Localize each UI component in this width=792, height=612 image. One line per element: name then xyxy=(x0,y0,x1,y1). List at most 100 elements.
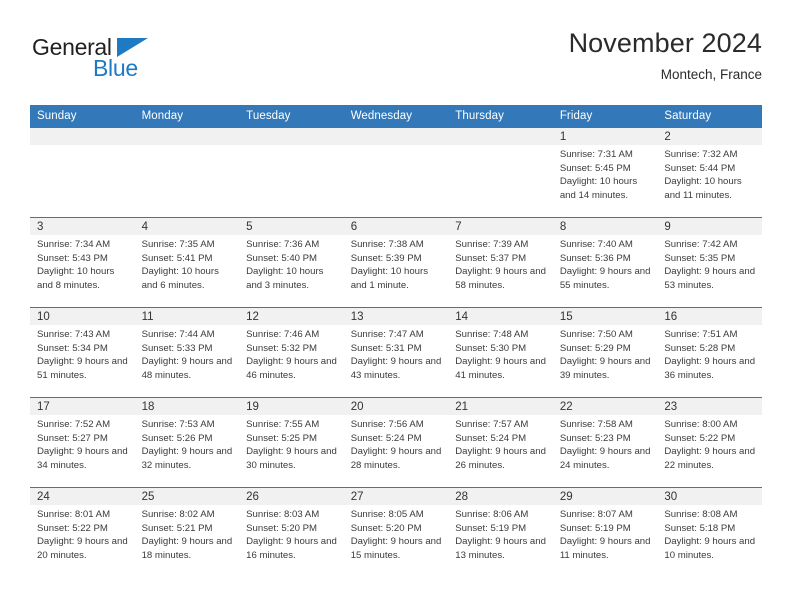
calendar-week-row: 24 Sunrise: 8:01 AM Sunset: 5:22 PM Dayligh… xyxy=(30,487,762,577)
day-details: Sunrise: 7:43 AM Sunset: 5:34 PM Daylight:… xyxy=(30,325,135,382)
sunrise-text: Sunrise: 8:06 AM xyxy=(455,509,529,520)
day-details: Sunrise: 7:39 AM Sunset: 5:37 PM Daylight:… xyxy=(448,235,553,292)
calendar-cell-day[interactable]: 19 Sunrise: 7:55 AM Sunset: 5:25 PM Dayligh… xyxy=(239,397,344,488)
calendar-cell-day[interactable]: 8 Sunrise: 7:40 AM Sunset: 5:36 PM Daylight… xyxy=(552,217,658,308)
weekday-header-tuesday: Tuesday xyxy=(239,105,344,128)
weekday-header-saturday: Saturday xyxy=(657,105,762,128)
calendar-cell-day[interactable]: 6 Sunrise: 7:38 AM Sunset: 5:39 PM Daylight… xyxy=(343,217,449,308)
day-details: Sunrise: 8:06 AM Sunset: 5:19 PM Daylight:… xyxy=(448,505,553,562)
calendar-cell-day[interactable]: 9 Sunrise: 7:42 AM Sunset: 5:35 PM Daylight… xyxy=(657,217,762,308)
brand-logo[interactable]: General Blue xyxy=(32,34,172,90)
calendar-cell-day[interactable]: 28 Sunrise: 8:06 AM Sunset: 5:19 PM Dayligh… xyxy=(448,487,553,577)
calendar-cell-day[interactable]: 17 Sunrise: 7:52 AM Sunset: 5:27 PM Dayligh… xyxy=(30,397,135,488)
calendar-cell-day[interactable]: 24 Sunrise: 8:01 AM Sunset: 5:22 PM Dayligh… xyxy=(30,487,135,577)
sunrise-text: Sunrise: 8:02 AM xyxy=(141,509,215,520)
daylight-text: Daylight: 9 hours and 41 minutes. xyxy=(455,356,546,381)
daylight-text: Daylight: 10 hours and 1 minute. xyxy=(350,266,429,291)
day-details: Sunrise: 7:35 AM Sunset: 5:41 PM Daylight:… xyxy=(135,235,240,292)
calendar-cell-day[interactable]: 12 Sunrise: 7:46 AM Sunset: 5:32 PM Dayligh… xyxy=(239,307,344,398)
calendar-cell-day[interactable]: 7 Sunrise: 7:39 AM Sunset: 5:37 PM Daylight… xyxy=(448,217,553,308)
sunrise-text: Sunrise: 7:42 AM xyxy=(664,239,738,250)
day-details: Sunrise: 8:03 AM Sunset: 5:20 PM Daylight:… xyxy=(239,505,344,562)
daylight-text: Daylight: 9 hours and 43 minutes. xyxy=(350,356,442,381)
day-details: Sunrise: 7:46 AM Sunset: 5:32 PM Daylight:… xyxy=(239,325,344,382)
calendar-cell-day[interactable]: 20 Sunrise: 7:56 AM Sunset: 5:24 PM Dayligh… xyxy=(343,397,449,488)
calendar-cell-day[interactable]: 13 Sunrise: 7:47 AM Sunset: 5:31 PM Dayligh… xyxy=(343,307,449,398)
sunset-text: Sunset: 5:19 PM xyxy=(559,522,631,534)
calendar-cell-day[interactable]: 23 Sunrise: 8:00 AM Sunset: 5:22 PM Dayligh… xyxy=(657,397,762,488)
day-details: Sunrise: 7:50 AM Sunset: 5:29 PM Daylight:… xyxy=(553,325,658,382)
day-number: 4 xyxy=(134,218,240,235)
day-details: Sunrise: 8:02 AM Sunset: 5:21 PM Daylight:… xyxy=(135,505,240,562)
calendar-body: 1 Sunrise: 7:31 AM Sunset: 5:45 PM Daylight… xyxy=(30,128,762,577)
calendar-cell-day[interactable]: 27 Sunrise: 8:05 AM Sunset: 5:20 PM Dayligh… xyxy=(343,487,449,577)
sunset-text: Sunset: 5:20 PM xyxy=(246,522,318,534)
sunrise-text: Sunrise: 8:07 AM xyxy=(559,509,633,520)
day-number xyxy=(239,128,344,145)
calendar-cell-day[interactable]: 29 Sunrise: 8:07 AM Sunset: 5:19 PM Dayligh… xyxy=(552,487,658,577)
calendar-week-row: 1 Sunrise: 7:31 AM Sunset: 5:45 PM Daylight… xyxy=(30,128,762,218)
sunset-text: Sunset: 5:29 PM xyxy=(559,342,631,354)
calendar-cell-day[interactable]: 5 Sunrise: 7:36 AM Sunset: 5:40 PM Daylight… xyxy=(239,217,344,308)
daylight-text: Daylight: 9 hours and 22 minutes. xyxy=(664,446,756,471)
sunset-text: Sunset: 5:45 PM xyxy=(559,162,631,174)
sunset-text: Sunset: 5:27 PM xyxy=(37,432,108,444)
day-number: 29 xyxy=(552,488,658,505)
sunrise-text: Sunrise: 7:35 AM xyxy=(141,239,215,250)
day-details: Sunrise: 7:47 AM Sunset: 5:31 PM Daylight:… xyxy=(344,325,449,382)
calendar-cell-day[interactable]: 3 Sunrise: 7:34 AM Sunset: 5:43 PM Daylight… xyxy=(30,217,135,308)
sunrise-text: Sunrise: 7:48 AM xyxy=(455,329,529,340)
calendar-cell-day[interactable]: 16 Sunrise: 7:51 AM Sunset: 5:28 PM Dayligh… xyxy=(657,307,762,398)
daylight-text: Daylight: 9 hours and 13 minutes. xyxy=(455,536,546,561)
daylight-text: Daylight: 9 hours and 46 minutes. xyxy=(246,356,337,381)
day-number: 21 xyxy=(448,398,553,415)
sunrise-text: Sunrise: 7:32 AM xyxy=(664,149,738,160)
daylight-text: Daylight: 9 hours and 55 minutes. xyxy=(559,266,651,291)
day-details: Sunrise: 7:56 AM Sunset: 5:24 PM Daylight:… xyxy=(344,415,449,472)
day-details: Sunrise: 7:51 AM Sunset: 5:28 PM Daylight:… xyxy=(657,325,762,382)
calendar-cell-day[interactable]: 14 Sunrise: 7:48 AM Sunset: 5:30 PM Dayligh… xyxy=(448,307,553,398)
sunset-text: Sunset: 5:20 PM xyxy=(350,522,422,534)
calendar-cell-day[interactable]: 21 Sunrise: 7:57 AM Sunset: 5:24 PM Dayligh… xyxy=(448,397,553,488)
sunrise-text: Sunrise: 7:52 AM xyxy=(37,419,111,430)
calendar-cell-day[interactable]: 1 Sunrise: 7:31 AM Sunset: 5:45 PM Daylight… xyxy=(552,128,658,218)
sunrise-text: Sunrise: 7:38 AM xyxy=(350,239,424,250)
calendar-cell-day[interactable]: 22 Sunrise: 7:58 AM Sunset: 5:23 PM Dayligh… xyxy=(552,397,658,488)
sunrise-text: Sunrise: 7:44 AM xyxy=(141,329,215,340)
calendar-cell-day[interactable]: 26 Sunrise: 8:03 AM Sunset: 5:20 PM Dayligh… xyxy=(239,487,344,577)
day-details: Sunrise: 8:08 AM Sunset: 5:18 PM Daylight:… xyxy=(657,505,762,562)
calendar-week-row: 3 Sunrise: 7:34 AM Sunset: 5:43 PM Daylight… xyxy=(30,217,762,308)
sunrise-text: Sunrise: 7:40 AM xyxy=(559,239,633,250)
day-number: 27 xyxy=(343,488,449,505)
sunset-text: Sunset: 5:30 PM xyxy=(455,342,527,354)
calendar-cell-day[interactable]: 2 Sunrise: 7:32 AM Sunset: 5:44 PM Daylight… xyxy=(657,128,762,218)
calendar-cell-day[interactable]: 25 Sunrise: 8:02 AM Sunset: 5:21 PM Dayligh… xyxy=(134,487,240,577)
day-number: 17 xyxy=(30,398,135,415)
calendar-cell-day[interactable]: 30 Sunrise: 8:08 AM Sunset: 5:18 PM Dayligh… xyxy=(657,487,762,577)
brand-name-blue: Blue xyxy=(93,55,138,81)
sunrise-sunset-calendar-table: Sunday Monday Tuesday Wednesday Thursday Frid… xyxy=(30,105,762,577)
sunrise-text: Sunrise: 7:46 AM xyxy=(246,329,320,340)
sunset-text: Sunset: 5:19 PM xyxy=(455,522,527,534)
weekday-header-friday: Friday xyxy=(552,105,658,128)
daylight-text: Daylight: 9 hours and 11 minutes. xyxy=(559,536,651,561)
daylight-text: Daylight: 9 hours and 10 minutes. xyxy=(664,536,756,561)
calendar-cell-day[interactable]: 15 Sunrise: 7:50 AM Sunset: 5:29 PM Dayligh… xyxy=(552,307,658,398)
day-details: Sunrise: 8:00 AM Sunset: 5:22 PM Daylight:… xyxy=(657,415,762,472)
sunrise-text: Sunrise: 7:50 AM xyxy=(559,329,633,340)
sunrise-text: Sunrise: 7:47 AM xyxy=(350,329,424,340)
calendar-cell-day[interactable]: 10 Sunrise: 7:43 AM Sunset: 5:34 PM Dayligh… xyxy=(30,307,135,398)
day-number: 9 xyxy=(657,218,762,235)
weekday-header-thursday: Thursday xyxy=(448,105,553,128)
daylight-text: Daylight: 9 hours and 24 minutes. xyxy=(559,446,651,471)
calendar-cell-day[interactable]: 11 Sunrise: 7:44 AM Sunset: 5:33 PM Dayligh… xyxy=(134,307,240,398)
sunrise-text: Sunrise: 8:00 AM xyxy=(664,419,738,430)
calendar-cell-day[interactable]: 4 Sunrise: 7:35 AM Sunset: 5:41 PM Daylight… xyxy=(134,217,240,308)
weekday-header-wednesday: Wednesday xyxy=(343,105,449,128)
day-number: 6 xyxy=(343,218,449,235)
calendar-week-row: 10 Sunrise: 7:43 AM Sunset: 5:34 PM Dayligh… xyxy=(30,307,762,398)
calendar-cell-day[interactable]: 18 Sunrise: 7:53 AM Sunset: 5:26 PM Dayligh… xyxy=(134,397,240,488)
sunrise-text: Sunrise: 7:53 AM xyxy=(141,419,215,430)
day-number: 26 xyxy=(239,488,344,505)
sunrise-text: Sunrise: 7:56 AM xyxy=(350,419,424,430)
